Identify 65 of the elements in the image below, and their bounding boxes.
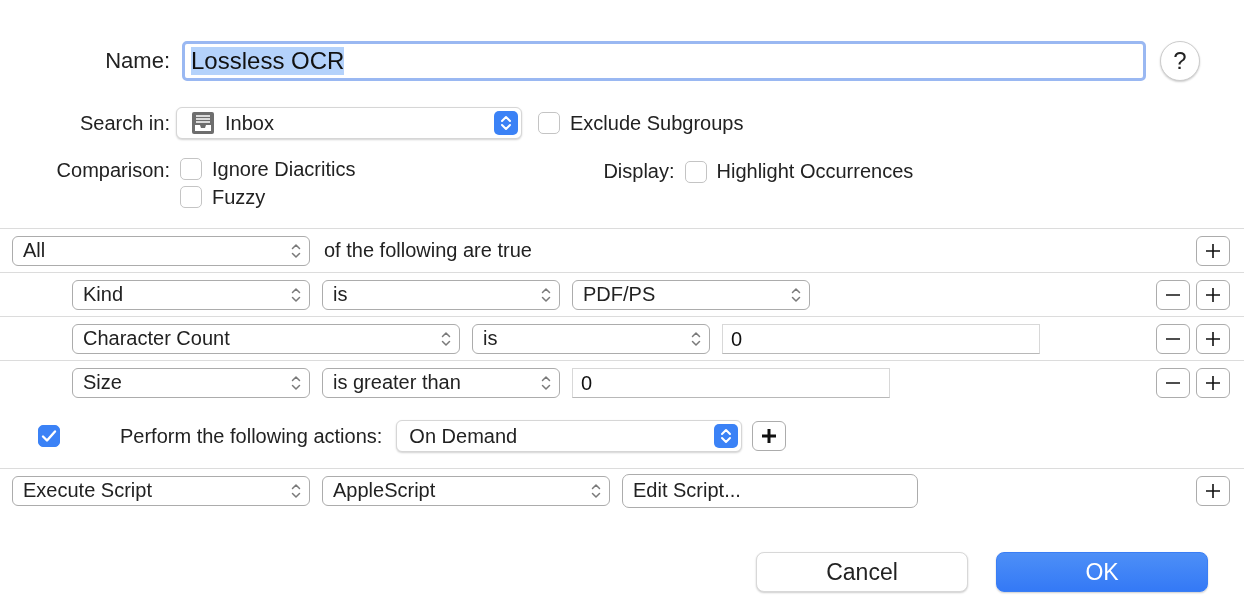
chevron-icon — [291, 374, 301, 391]
plus-icon — [761, 428, 778, 444]
popup-menu[interactable]: is — [322, 279, 560, 310]
checkbox-label: Fuzzy — [212, 185, 266, 209]
popup-menu[interactable]: Size — [72, 367, 310, 398]
minus-icon — [1165, 381, 1181, 384]
cancel-button[interactable]: Cancel — [756, 552, 968, 592]
remove-button[interactable] — [1156, 323, 1190, 354]
stepper-icon — [494, 111, 518, 135]
chevron-icon — [291, 242, 301, 259]
minus-icon — [1165, 337, 1181, 340]
name-label: Name: — [104, 48, 170, 74]
remove-button[interactable] — [1156, 279, 1190, 310]
add-button[interactable] — [1196, 475, 1230, 506]
add-button[interactable] — [752, 421, 787, 451]
chevron-icon — [541, 286, 551, 303]
add-button[interactable] — [1196, 279, 1230, 310]
add-button[interactable] — [1196, 323, 1230, 354]
chevron-icon — [291, 286, 301, 303]
checkbox-label: Exclude Subgroups — [570, 111, 744, 135]
chevron-icon — [541, 374, 551, 391]
actions-label: Perform the following actions: — [120, 424, 383, 448]
checkbox[interactable] — [180, 186, 202, 208]
popup-menu[interactable]: PDF/PS — [572, 279, 810, 310]
popup-menu[interactable]: Inbox — [176, 107, 522, 139]
popup-menu[interactable]: is greater than — [322, 367, 560, 398]
chevron-icon — [691, 330, 701, 347]
plus-icon — [1205, 242, 1221, 259]
popup-menu[interactable]: is — [472, 323, 710, 354]
popup-menu[interactable]: All — [12, 235, 310, 266]
text-field[interactable]: 0 — [572, 367, 890, 398]
help-button[interactable]: ? — [1160, 41, 1200, 81]
chevron-icon — [791, 286, 801, 303]
text-field[interactable]: 0 — [722, 323, 1040, 354]
checkbox[interactable] — [684, 160, 707, 183]
comparison-label: Comparison: — [55, 159, 170, 182]
minus-icon — [1165, 293, 1181, 296]
plus-icon — [1205, 374, 1221, 391]
inbox-icon — [191, 111, 215, 135]
edit-script-button[interactable]: Edit Script... — [622, 473, 918, 508]
add-button[interactable] — [1196, 235, 1230, 266]
checkbox-label: Highlight Occurrences — [716, 160, 914, 183]
checkbox-label: Ignore Diacritics — [212, 157, 356, 181]
popup-menu[interactable]: Kind — [72, 279, 310, 310]
ok-button[interactable]: OK — [996, 552, 1208, 592]
popup-menu[interactable]: On Demand — [396, 420, 743, 452]
plus-icon — [1205, 482, 1221, 499]
checkbox[interactable] — [180, 158, 202, 180]
popup-menu[interactable]: Character Count — [72, 323, 460, 354]
popup-menu[interactable]: Execute Script — [12, 475, 310, 506]
chevron-icon — [291, 482, 301, 499]
stepper-icon — [714, 424, 739, 448]
search-in-label: Search in: — [78, 111, 170, 135]
plus-icon — [1205, 330, 1221, 347]
criteria-label: of the following are true — [324, 239, 532, 262]
checkbox[interactable] — [538, 112, 560, 134]
display-label: Display: — [603, 160, 675, 183]
remove-button[interactable] — [1156, 367, 1190, 398]
name-field[interactable]: Lossless OCR — [182, 41, 1146, 81]
checkbox[interactable] — [38, 425, 60, 447]
plus-icon — [1205, 286, 1221, 303]
chevron-icon — [441, 330, 451, 347]
add-button[interactable] — [1196, 367, 1230, 398]
popup-menu[interactable]: AppleScript — [322, 475, 610, 506]
chevron-icon — [591, 482, 601, 499]
